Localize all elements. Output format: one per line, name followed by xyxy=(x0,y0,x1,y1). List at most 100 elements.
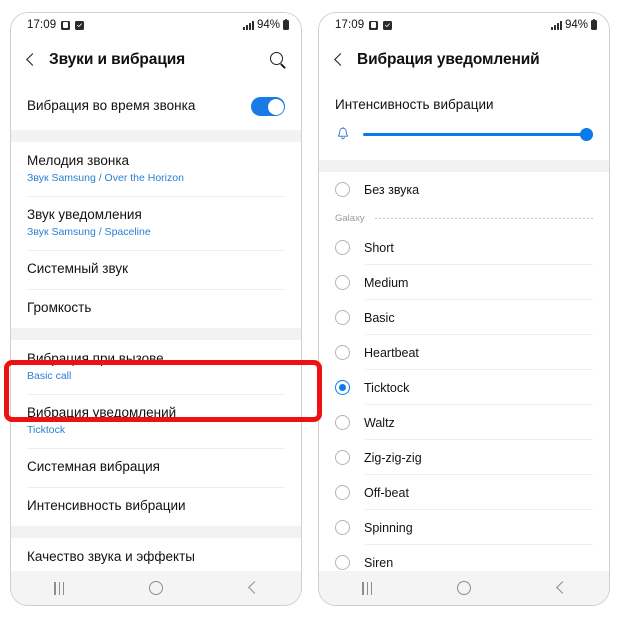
checkbox-icon xyxy=(75,20,85,30)
status-time: 17:09 xyxy=(27,19,57,31)
dotted-line xyxy=(374,218,593,219)
setting-row-volume[interactable]: Громкость xyxy=(11,288,301,328)
recents-icon[interactable] xyxy=(39,578,79,598)
setting-row-system-sound[interactable]: Системный звук xyxy=(11,250,301,289)
option-row-zig-zig-zig[interactable]: Zig-zig-zig xyxy=(319,440,609,475)
radio-button[interactable] xyxy=(335,345,350,360)
status-time: 17:09 xyxy=(335,19,365,31)
status-bar-left-group: 17:09 xyxy=(27,19,85,31)
page-title: Вибрация уведомлений xyxy=(357,51,540,68)
back-chevron-icon[interactable] xyxy=(23,52,39,68)
status-bar-right-group: 94% xyxy=(550,18,597,31)
row-subtitle: Звук Samsung / Spaceline xyxy=(27,225,151,238)
settings-group-1: Вибрация во время звонка xyxy=(11,83,301,130)
setting-row-ringtone[interactable]: Мелодия звонка Звук Samsung / Over the H… xyxy=(11,142,301,196)
row-subtitle: Ticktock xyxy=(27,423,66,436)
battery-percent: 94% xyxy=(564,19,588,31)
option-row-ticktock[interactable]: Ticktock xyxy=(319,370,609,405)
home-icon[interactable] xyxy=(136,578,176,598)
home-icon[interactable] xyxy=(444,578,484,598)
option-label: Short xyxy=(364,240,394,255)
option-label: Spinning xyxy=(364,520,413,535)
option-row-off-beat[interactable]: Off-beat xyxy=(319,475,609,510)
back-chevron-icon[interactable] xyxy=(331,52,347,68)
radio-button[interactable] xyxy=(335,485,350,500)
recents-icon[interactable] xyxy=(347,578,387,598)
radio-button-selected[interactable] xyxy=(335,380,350,395)
setting-row-notification-sound[interactable]: Звук уведомления Звук Samsung / Spacelin… xyxy=(11,196,301,250)
section-label: Galaxy xyxy=(335,213,365,224)
checkbox-icon xyxy=(383,20,393,30)
battery-icon xyxy=(283,18,289,30)
slider-thumb[interactable] xyxy=(580,127,593,141)
nav-bar-right xyxy=(319,571,609,605)
radio-button[interactable] xyxy=(335,450,350,465)
battery-icon xyxy=(591,18,597,30)
setting-row-vibration-intensity[interactable]: Интенсивность вибрации xyxy=(11,486,301,526)
option-label: Без звука xyxy=(364,182,420,197)
option-row-silent[interactable]: Без звука xyxy=(319,172,609,207)
status-bar-right: 17:09 94% xyxy=(319,13,609,37)
phone-right-notification-vibration: 17:09 94% Вибрация уведомлений Интенсивн… xyxy=(318,12,610,606)
option-row-medium[interactable]: Medium xyxy=(319,265,609,300)
option-label: Heartbeat xyxy=(364,345,419,360)
option-label: Medium xyxy=(364,275,409,290)
gallery-icon xyxy=(369,20,379,30)
group-gap xyxy=(319,160,609,172)
battery-percent: 94% xyxy=(256,19,280,31)
row-title: Вибрация во время звонка xyxy=(27,98,196,114)
group-gap xyxy=(11,525,301,538)
vibration-intensity-slider-row xyxy=(335,126,593,142)
nav-bar-left xyxy=(11,571,301,605)
group-gap xyxy=(11,327,301,340)
row-subtitle: Basic call xyxy=(27,369,72,382)
row-title: Вибрация уведомлений xyxy=(27,404,177,420)
option-label: Ticktock xyxy=(364,380,410,395)
row-title: Качество звука и эффекты xyxy=(27,548,195,564)
page-title: Звуки и вибрация xyxy=(49,51,186,68)
radio-button[interactable] xyxy=(335,415,350,430)
option-label: Basic xyxy=(364,310,395,325)
option-row-basic[interactable]: Basic xyxy=(319,300,609,335)
radio-button[interactable] xyxy=(335,520,350,535)
pattern-options-group: Без звука Galaxy Short Medium Basic Hear… xyxy=(319,172,609,571)
option-row-siren[interactable]: Siren xyxy=(319,545,609,571)
settings-group-3: Вибрация при вызове Basic call Вибрация … xyxy=(11,339,301,526)
vibration-pattern-list[interactable]: Интенсивность вибрации Без звука Galaxy … xyxy=(319,83,609,571)
vibrate-while-ringing-toggle[interactable] xyxy=(251,97,285,116)
option-row-spinning[interactable]: Spinning xyxy=(319,510,609,545)
option-label: Siren xyxy=(364,555,394,570)
option-label: Waltz xyxy=(364,415,395,430)
setting-row-call-vibration[interactable]: Вибрация при вызове Basic call xyxy=(11,339,301,394)
setting-row-notification-vibration[interactable]: Вибрация уведомлений Ticktock xyxy=(11,393,301,448)
settings-list-left[interactable]: Вибрация во время звонка Мелодия звонка … xyxy=(11,83,301,571)
status-bar-left-group: 17:09 xyxy=(335,19,393,31)
radio-button[interactable] xyxy=(335,555,350,570)
row-title: Системная вибрация xyxy=(27,458,160,474)
back-icon[interactable] xyxy=(541,578,581,598)
option-row-short[interactable]: Short xyxy=(319,230,609,265)
signal-icon xyxy=(242,20,254,30)
option-row-waltz[interactable]: Waltz xyxy=(319,405,609,440)
option-label: Zig-zig-zig xyxy=(364,450,422,465)
row-subtitle: Звук Samsung / Over the Horizon xyxy=(27,171,184,184)
option-row-heartbeat[interactable]: Heartbeat xyxy=(319,335,609,370)
section-divider-galaxy: Galaxy xyxy=(319,207,609,230)
setting-row-system-vibration[interactable]: Системная вибрация xyxy=(11,447,301,487)
radio-button[interactable] xyxy=(335,310,350,325)
setting-row-sound-quality-effects[interactable]: Качество звука и эффекты xyxy=(11,537,301,571)
group-gap xyxy=(11,130,301,142)
phone-left-sounds-and-vibration: 17:09 94% Звуки и вибрация Вибрация во в… xyxy=(10,12,302,606)
row-title: Системный звук xyxy=(27,261,129,276)
radio-button[interactable] xyxy=(335,182,350,197)
vibration-intensity-block: Интенсивность вибрации xyxy=(319,83,609,160)
radio-button[interactable] xyxy=(335,275,350,290)
back-icon[interactable] xyxy=(233,578,273,598)
setting-row-vibrate-while-ringing[interactable]: Вибрация во время звонка xyxy=(11,83,301,130)
search-icon[interactable] xyxy=(269,51,287,69)
signal-icon xyxy=(550,20,562,30)
radio-button[interactable] xyxy=(335,240,350,255)
status-bar-left: 17:09 94% xyxy=(11,13,301,37)
row-title: Вибрация при вызове xyxy=(27,350,164,366)
vibration-intensity-slider[interactable] xyxy=(363,127,593,141)
